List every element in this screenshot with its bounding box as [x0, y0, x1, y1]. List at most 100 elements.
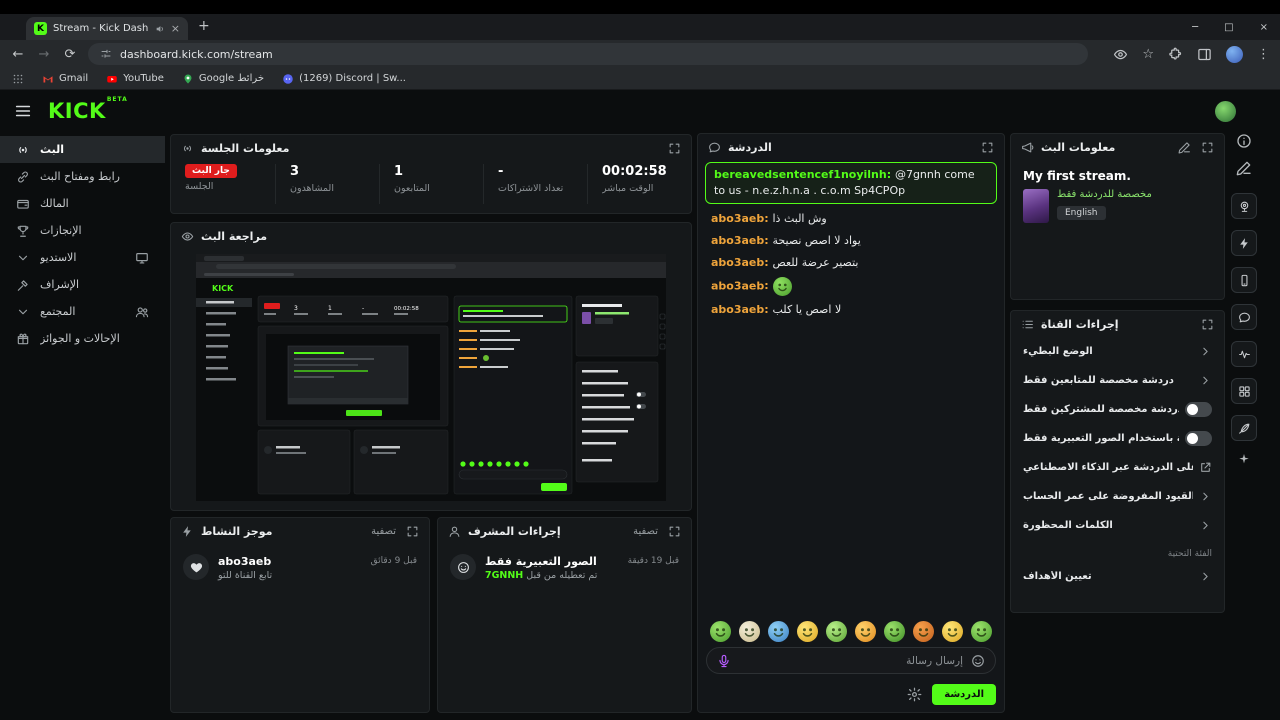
close-icon[interactable]: ×	[1260, 22, 1268, 33]
mod-action-item[interactable]: الصور التعبيرية فقط تم تعطيله من قبل 7GN…	[438, 544, 691, 591]
user-avatar[interactable]	[1215, 100, 1236, 122]
forward-icon[interactable]: →	[36, 48, 52, 61]
bookmark-star-icon[interactable]: ☆	[1142, 48, 1154, 61]
chat-popout-button[interactable]	[1231, 304, 1257, 330]
chat-message[interactable]: abo3aebيواد لا اصص نصيحة	[705, 230, 997, 252]
quick-emote-scroll[interactable]	[739, 621, 760, 642]
sparkle-icon[interactable]	[1236, 452, 1252, 468]
stream-preview-video[interactable]: KICK 3 1 - 00:02:58	[196, 254, 666, 501]
expand-icon[interactable]	[668, 142, 681, 155]
channel-action-banned-words[interactable]: الكلمات المحظورة	[1011, 511, 1224, 540]
chat-message[interactable]: abo3aeb	[705, 274, 997, 299]
expand-icon[interactable]	[981, 141, 994, 154]
info-icon[interactable]	[1236, 133, 1252, 149]
site-settings-icon[interactable]	[100, 48, 112, 60]
sidebar-item-achievements[interactable]: الإنجازات	[0, 217, 165, 244]
sidebar-item-referrals[interactable]: الإحالات و الجوائز	[0, 325, 165, 352]
bookmark-youtube[interactable]: YouTube	[106, 73, 164, 85]
maximize-icon[interactable]: □	[1224, 22, 1233, 33]
chat-username[interactable]: abo3aeb	[711, 303, 773, 316]
address-bar[interactable]: dashboard.kick.com/stream	[88, 43, 1088, 65]
side-panel-icon[interactable]	[1197, 47, 1212, 62]
channel-action-emotes-only[interactable]: الدردشة باستخدام الصور التعبيرية فقط	[1011, 424, 1224, 453]
widgets-button[interactable]	[1231, 378, 1257, 404]
activity-button[interactable]	[1231, 341, 1257, 367]
channel-action-slow-mode[interactable]: الوضع البطيء	[1011, 337, 1224, 366]
quick-emote-smile[interactable]	[884, 621, 905, 642]
browser-tab[interactable]: K Stream - Kick Dashboard ×	[26, 17, 188, 40]
sidebar-item-stream[interactable]: البث	[0, 136, 165, 163]
expand-icon[interactable]	[1201, 141, 1214, 154]
extensions-icon[interactable]	[1168, 47, 1183, 62]
channel-action-ai-moderation[interactable]: الإشراف على الدردشة عبر الذكاء الاصطناعي	[1011, 453, 1224, 482]
chat-message-highlighted[interactable]: bereavedsentencef1noyilnh@7gnnh come to …	[705, 162, 997, 204]
quick-emote-laugh[interactable]	[942, 621, 963, 642]
filter-button[interactable]: تصفية	[633, 526, 658, 537]
quick-emote-pumpkin[interactable]	[913, 621, 934, 642]
activity-time: قبل 9 دقائق	[370, 556, 417, 566]
chat-send-button[interactable]: الدردشة	[932, 684, 996, 705]
quick-emote-grin[interactable]	[797, 621, 818, 642]
hamburger-menu-icon[interactable]	[14, 102, 32, 120]
bookmark-discord[interactable]: (1269) Discord | Sw...	[282, 73, 406, 85]
mobile-button[interactable]	[1231, 267, 1257, 293]
chat-message[interactable]: abo3aebلا اصص يا كلب	[705, 299, 997, 321]
chat-message[interactable]: abo3aebوش البث ذا	[705, 208, 997, 230]
bookmark-gmail[interactable]: Gmail	[42, 73, 88, 85]
panel-title: موجز النشاط	[201, 524, 273, 538]
password-manager-icon[interactable]	[1113, 47, 1128, 62]
quick-emote-ball[interactable]	[826, 621, 847, 642]
tab-audio-icon[interactable]	[155, 24, 165, 34]
sidebar-item-community[interactable]: المجتمع	[0, 298, 165, 325]
chat-username[interactable]: bereavedsentencef1noyilnh	[714, 168, 895, 181]
quick-emote-frog[interactable]	[710, 621, 731, 642]
channel-action-set-goals[interactable]: تعيين الأهداف	[1011, 562, 1224, 591]
phone-icon	[1238, 274, 1251, 287]
stat-followers: 1 المتابعون	[379, 164, 483, 204]
category-thumbnail[interactable]	[1023, 189, 1049, 223]
sidebar-item-studio[interactable]: الاستديو	[0, 244, 165, 271]
browser-menu-icon[interactable]: ⋮	[1257, 48, 1270, 61]
apps-grid-icon[interactable]	[12, 73, 24, 85]
filter-button[interactable]: تصفية	[371, 526, 396, 537]
bookmark-google-maps[interactable]: Google خرائط	[182, 73, 264, 85]
channel-action-account-age[interactable]: القيود المفروضة على عمر الحساب	[1011, 482, 1224, 511]
category-link[interactable]: مخصصة للدردشة فقط	[1057, 189, 1152, 200]
channel-action-subscribers-only[interactable]: الدردشة مخصصة للمشتركين فقط	[1011, 395, 1224, 424]
chat-settings-gear-icon[interactable]	[907, 687, 922, 702]
new-tab-button[interactable]: +	[198, 18, 210, 34]
edit-stream-info-icon[interactable]	[1178, 141, 1191, 154]
chat-username[interactable]: abo3aeb	[711, 234, 773, 247]
activity-item[interactable]: abo3aeb تابع القناة للتو قبل 9 دقائق	[171, 544, 429, 591]
chat-message-input[interactable]	[707, 648, 995, 673]
sidebar-item-wallet[interactable]: المالك	[0, 190, 165, 217]
editor-button[interactable]	[1231, 415, 1257, 441]
panel-title: إجراءات القناة	[1041, 317, 1119, 331]
expand-icon[interactable]	[1201, 318, 1214, 331]
webcam-button[interactable]	[1231, 193, 1257, 219]
edit-icon[interactable]	[1236, 160, 1252, 176]
sidebar-item-stream-key[interactable]: رابط ومفتاح البث	[0, 163, 165, 190]
toggle-switch-off[interactable]	[1185, 402, 1212, 417]
emoji-picker-icon[interactable]	[971, 654, 985, 668]
chat-username[interactable]: abo3aeb	[711, 256, 773, 269]
quick-emote-wink[interactable]	[971, 621, 992, 642]
toggle-switch-off[interactable]	[1185, 431, 1212, 446]
minimize-icon[interactable]: ─	[1192, 22, 1198, 33]
broadcast-icon	[181, 142, 194, 155]
chat-message[interactable]: abo3aebبتصير عرضة للعص	[705, 252, 997, 274]
quick-emote-globe[interactable]	[768, 621, 789, 642]
expand-icon[interactable]	[406, 525, 419, 538]
browser-profile-avatar[interactable]	[1226, 45, 1243, 63]
channel-action-followers-only[interactable]: دردشة مخصصة للمتابعين فقط	[1011, 366, 1224, 395]
boost-button[interactable]	[1231, 230, 1257, 256]
expand-icon[interactable]	[668, 525, 681, 538]
tab-close-icon[interactable]: ×	[171, 23, 180, 34]
chat-username[interactable]: abo3aeb	[711, 279, 773, 292]
quick-emote-cool[interactable]	[855, 621, 876, 642]
kick-logo[interactable]: KICK BETA	[48, 96, 127, 123]
reload-icon[interactable]: ⟳	[62, 48, 78, 61]
back-icon[interactable]: ←	[10, 48, 26, 61]
chat-username[interactable]: abo3aeb	[711, 212, 773, 225]
sidebar-item-moderation[interactable]: الإشراف	[0, 271, 165, 298]
